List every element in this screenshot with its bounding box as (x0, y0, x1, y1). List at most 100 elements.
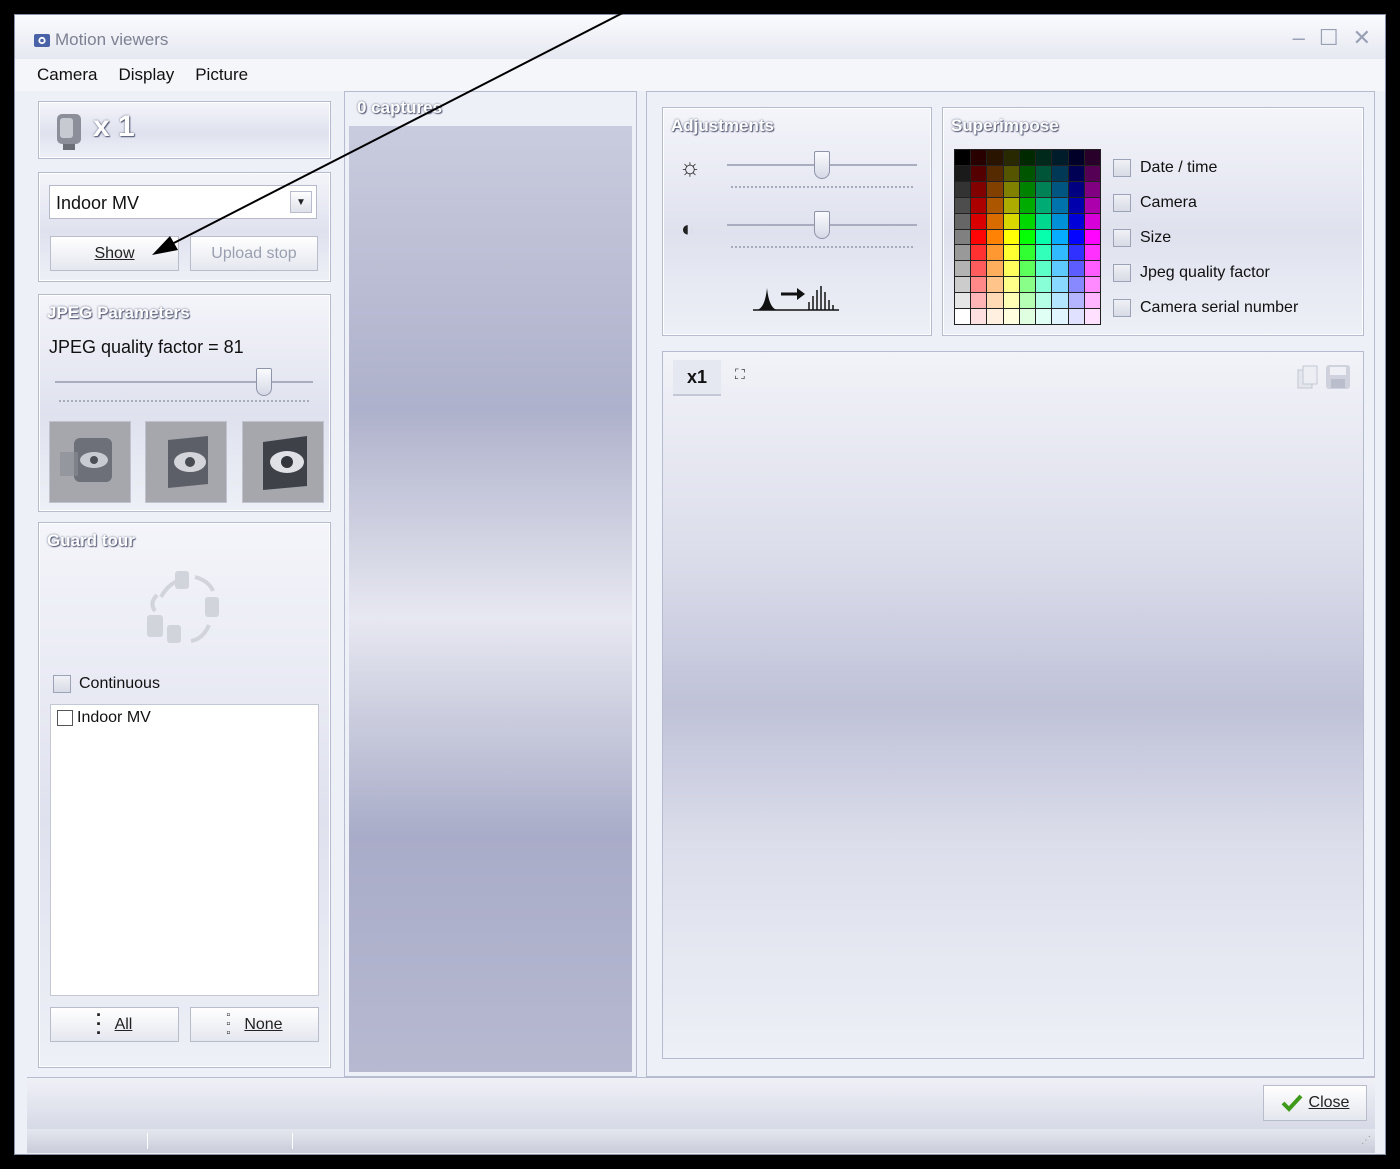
palette-swatch[interactable] (1019, 165, 1036, 181)
captures-list[interactable] (349, 126, 632, 1072)
camera-checkbox[interactable] (1113, 194, 1131, 212)
histogram-equalize-icon[interactable] (751, 278, 843, 319)
option-jpeg-quality[interactable]: Jpeg quality factor (1113, 264, 1298, 282)
palette-swatch[interactable] (1036, 277, 1052, 293)
jpeg-preset-high-button[interactable] (242, 421, 324, 503)
palette-swatch[interactable] (955, 165, 971, 181)
palette-swatch[interactable] (987, 277, 1003, 293)
save-icon[interactable] (1325, 364, 1351, 395)
guard-tour-camera-list[interactable]: Indoor MV (50, 704, 319, 996)
palette-swatch[interactable] (1019, 261, 1036, 277)
resize-grip-icon[interactable]: ⋰ (1361, 1135, 1371, 1146)
palette-swatch[interactable] (1036, 261, 1052, 277)
palette-swatch[interactable] (971, 277, 987, 293)
list-item[interactable]: Indoor MV (57, 709, 151, 727)
video-viewer[interactable]: x1 ⛶ (662, 351, 1364, 1059)
palette-swatch[interactable] (987, 150, 1003, 165)
palette-swatch[interactable] (1068, 277, 1084, 293)
palette-swatch[interactable] (1019, 277, 1036, 293)
palette-swatch[interactable] (1068, 165, 1084, 181)
palette-swatch[interactable] (987, 261, 1003, 277)
palette-swatch[interactable] (987, 245, 1003, 261)
close-button[interactable]: Close (1263, 1085, 1367, 1121)
palette-swatch[interactable] (1052, 181, 1068, 197)
select-all-button[interactable]: ▪ ▪ ▪ All (50, 1007, 179, 1042)
palette-swatch[interactable] (1084, 309, 1100, 324)
palette-swatch[interactable] (1084, 245, 1100, 261)
palette-swatch[interactable] (1003, 309, 1019, 324)
palette-swatch[interactable] (971, 150, 987, 165)
palette-swatch[interactable] (1003, 197, 1019, 213)
palette-swatch[interactable] (1068, 309, 1084, 324)
palette-swatch[interactable] (971, 197, 987, 213)
palette-swatch[interactable] (971, 293, 987, 309)
palette-swatch[interactable] (955, 309, 971, 324)
palette-swatch[interactable] (1019, 309, 1036, 324)
color-palette[interactable] (954, 149, 1101, 325)
palette-swatch[interactable] (987, 197, 1003, 213)
menu-picture[interactable]: Picture (195, 65, 248, 85)
upload-stop-button[interactable]: Upload stop (190, 236, 318, 271)
palette-swatch[interactable] (1068, 293, 1084, 309)
chevron-down-icon[interactable]: ▼ (290, 191, 312, 213)
palette-swatch[interactable] (1003, 293, 1019, 309)
palette-swatch[interactable] (1036, 245, 1052, 261)
palette-swatch[interactable] (1052, 245, 1068, 261)
jpeg-quality-checkbox[interactable] (1113, 264, 1131, 282)
jpeg-preset-mid-button[interactable] (145, 421, 227, 503)
palette-swatch[interactable] (987, 181, 1003, 197)
palette-swatch[interactable] (1019, 229, 1036, 245)
option-serial-number[interactable]: Camera serial number (1113, 299, 1298, 317)
palette-swatch[interactable] (1003, 165, 1019, 181)
palette-swatch[interactable] (955, 277, 971, 293)
palette-swatch[interactable] (1068, 261, 1084, 277)
continuous-checkbox[interactable] (53, 675, 71, 693)
option-camera[interactable]: Camera (1113, 194, 1298, 212)
palette-swatch[interactable] (1084, 229, 1100, 245)
palette-swatch[interactable] (1036, 309, 1052, 324)
palette-swatch[interactable] (1052, 277, 1068, 293)
palette-swatch[interactable] (955, 197, 971, 213)
palette-swatch[interactable] (1052, 197, 1068, 213)
palette-swatch[interactable] (1036, 229, 1052, 245)
continuous-option[interactable]: Continuous (53, 675, 160, 693)
palette-swatch[interactable] (955, 150, 971, 165)
palette-swatch[interactable] (987, 165, 1003, 181)
fullscreen-icon[interactable]: ⛶ (735, 366, 747, 383)
palette-swatch[interactable] (971, 245, 987, 261)
zoom-x1-tab[interactable]: x1 (673, 360, 721, 396)
palette-swatch[interactable] (955, 293, 971, 309)
palette-swatch[interactable] (1019, 293, 1036, 309)
palette-swatch[interactable] (1068, 150, 1084, 165)
palette-swatch[interactable] (1019, 150, 1036, 165)
palette-swatch[interactable] (987, 293, 1003, 309)
option-date-time[interactable]: Date / time (1113, 159, 1298, 177)
palette-swatch[interactable] (971, 213, 987, 229)
palette-swatch[interactable] (1052, 293, 1068, 309)
title-bar[interactable]: Motion viewers ‒ ☐ ✕ (15, 15, 1385, 59)
copy-icon[interactable] (1295, 364, 1319, 395)
close-window-icon[interactable]: ✕ (1353, 25, 1371, 51)
palette-swatch[interactable] (1003, 150, 1019, 165)
palette-swatch[interactable] (1068, 181, 1084, 197)
palette-swatch[interactable] (1068, 197, 1084, 213)
palette-swatch[interactable] (1036, 197, 1052, 213)
palette-swatch[interactable] (971, 261, 987, 277)
palette-swatch[interactable] (1084, 213, 1100, 229)
palette-swatch[interactable] (1036, 213, 1052, 229)
palette-swatch[interactable] (1084, 165, 1100, 181)
palette-swatch[interactable] (1036, 181, 1052, 197)
palette-swatch[interactable] (1068, 229, 1084, 245)
option-size[interactable]: Size (1113, 229, 1298, 247)
brightness-slider[interactable] (814, 151, 830, 179)
palette-swatch[interactable] (1084, 150, 1100, 165)
menu-display[interactable]: Display (118, 65, 174, 85)
palette-swatch[interactable] (1019, 197, 1036, 213)
camera-checkbox[interactable] (57, 710, 73, 726)
select-none-button[interactable]: ▫ ▫ ▫ None (190, 1007, 319, 1042)
palette-swatch[interactable] (971, 165, 987, 181)
palette-swatch[interactable] (1084, 293, 1100, 309)
palette-swatch[interactable] (955, 213, 971, 229)
menu-camera[interactable]: Camera (37, 65, 97, 85)
palette-swatch[interactable] (1084, 261, 1100, 277)
